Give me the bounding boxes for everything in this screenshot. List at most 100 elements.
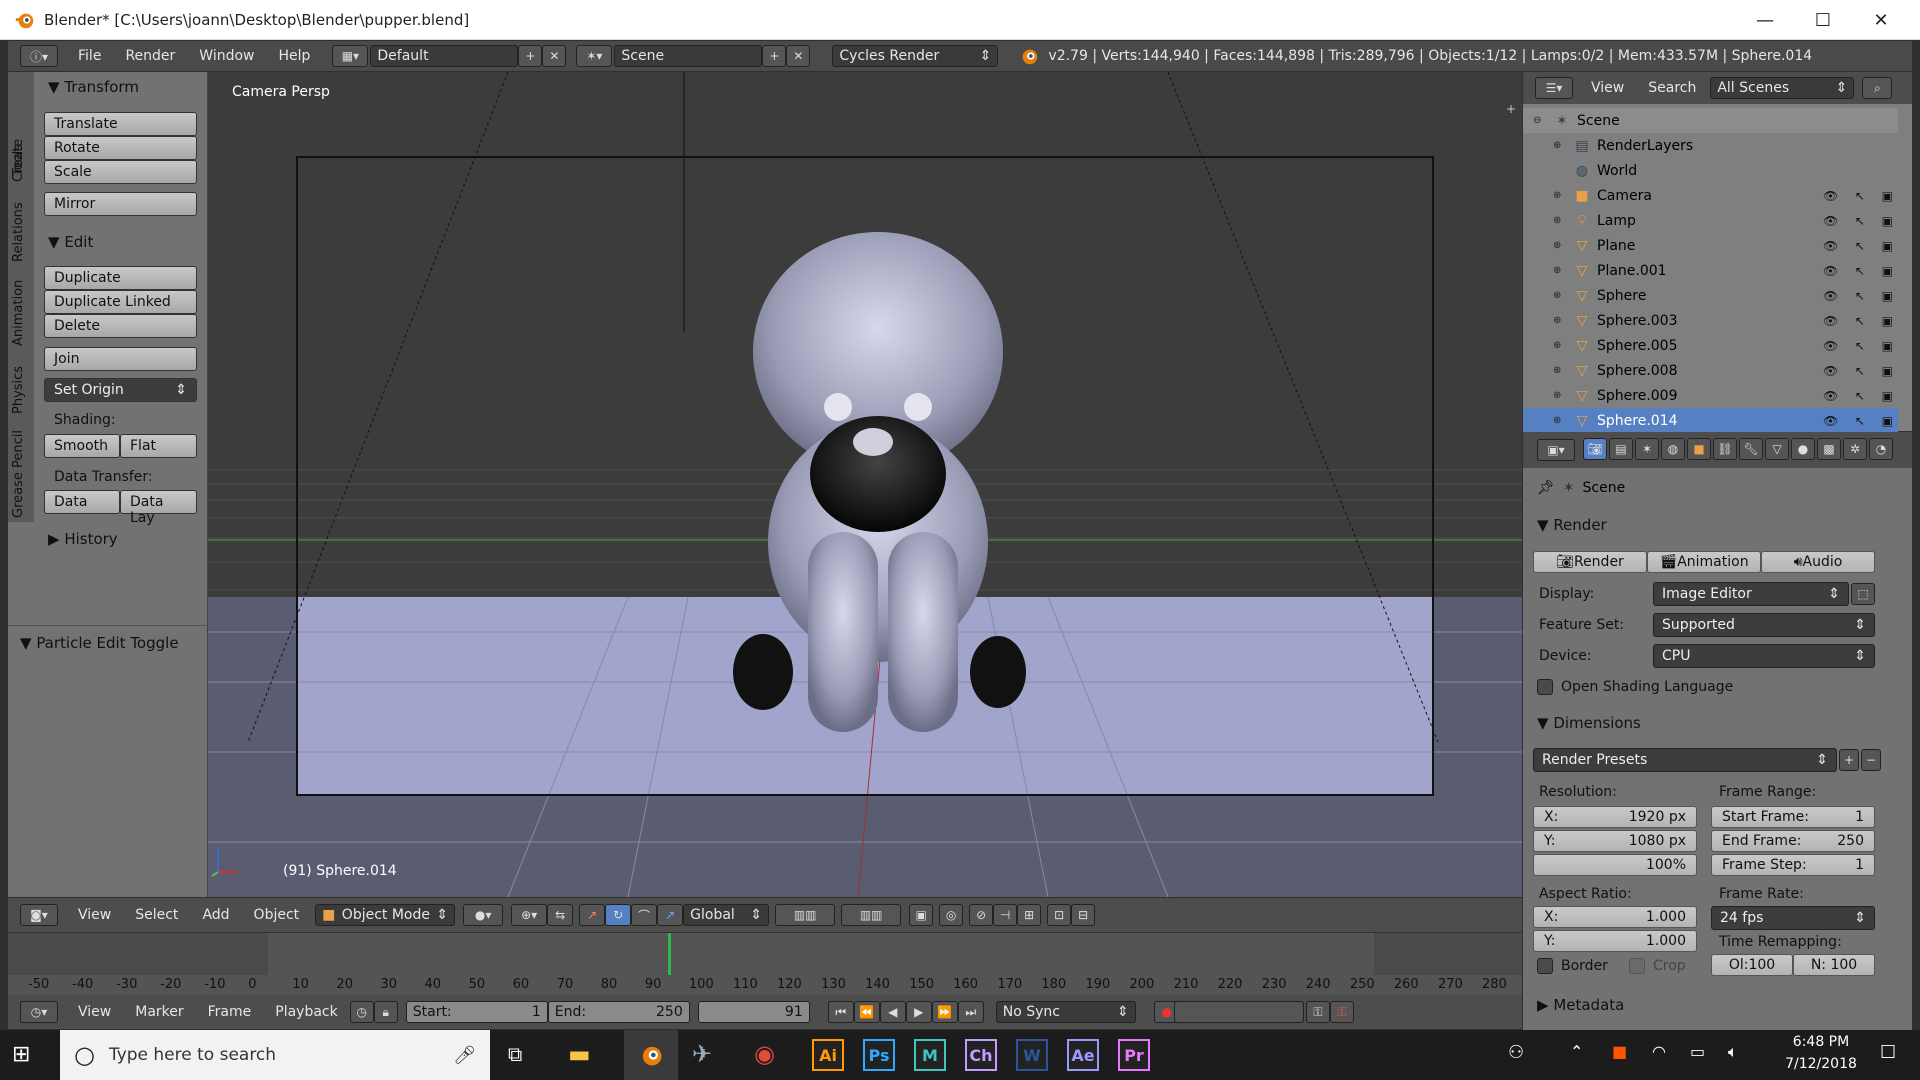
smooth-button[interactable]: Smooth [44,434,120,458]
expand-toggle-icon[interactable]: ⊖ [1533,115,1547,126]
layers-grid-icon[interactable]: ▥▥ [775,904,836,926]
layers-grid-icon[interactable]: ▥▥ [841,904,902,926]
expand-toggle-icon[interactable]: ⊕ [1553,215,1567,226]
snap-target-icon[interactable]: ⊞ [1017,904,1042,926]
flat-button[interactable]: Flat [120,434,197,458]
pin-icon[interactable]: 📌︎ [1537,480,1555,496]
notifications-icon[interactable]: ☐ [1880,1042,1896,1063]
osl-checkbox[interactable] [1537,679,1553,695]
mode-select[interactable]: ■ Object Mode ⇕ [315,904,456,926]
history-panel-header[interactable]: ▶ History [48,530,216,548]
app-icon[interactable]: ✈ [692,1040,712,1068]
taskbar-app-icon[interactable]: W [1016,1039,1048,1071]
object-tab-icon[interactable]: ■ [1687,438,1711,460]
remove-preset-icon[interactable]: − [1861,749,1881,771]
end-frame-field[interactable]: End: 250 [547,1001,690,1023]
visibility-eye-icon[interactable]: 👁︎ [1823,214,1838,228]
expand-toggle-icon[interactable]: ⊕ [1553,140,1567,151]
3d-viewport[interactable]: Camera Persp (91) Sphere.014 + [208,72,1522,897]
frame-rate-select[interactable]: 24 fps ⇕ [1711,906,1875,930]
end-frame-field[interactable]: End Frame: 250 [1711,830,1875,852]
taskbar-app-icon[interactable]: Ps [863,1039,895,1071]
outliner-row[interactable]: ⊕ ▽ Sphere.003 👁︎ ↖ ▣ [1523,308,1898,333]
scene-selector-icon[interactable]: ✶▾ [576,45,613,67]
menu-select[interactable]: Select [123,907,190,923]
transform-icon[interactable]: ↗ [657,904,684,926]
aspect-x-field[interactable]: X: 1.000 [1533,906,1697,928]
rotate-button[interactable]: Rotate [44,136,197,160]
outliner-row[interactable]: ⊕ ▽ Sphere.009 👁︎ ↖ ▣ [1523,383,1898,408]
render-camera-icon[interactable]: ▣ [1882,289,1893,303]
tray-app-icon[interactable]: ■ [1612,1042,1627,1061]
jump-start-icon[interactable]: ⏮ [827,1001,854,1023]
data-lay-button[interactable]: Data Lay [120,490,197,526]
expand-toggle-icon[interactable]: ⊕ [1553,240,1567,251]
outliner-row[interactable]: ⊕ ▽ Sphere 👁︎ ↖ ▣ [1523,283,1898,308]
jump-end-icon[interactable]: ⏭ [957,1001,984,1023]
viewport-shading-icon[interactable]: ●▾ [463,904,504,926]
duplicate-button[interactable]: Duplicate [44,266,197,290]
feature-set-select[interactable]: Supported ⇕ [1653,613,1875,637]
selectability-cursor-icon[interactable]: ↖ [1855,289,1865,303]
visibility-eye-icon[interactable]: 👁︎ [1823,314,1838,328]
visibility-eye-icon[interactable]: 👁︎ [1823,364,1838,378]
display-mode-select[interactable]: All Scenes ⇕ [1710,77,1855,99]
render-tab-icon[interactable]: 📷︎ [1583,438,1607,460]
visibility-eye-icon[interactable]: 👁︎ [1823,339,1838,353]
outliner-row[interactable]: ⊕ ▽ Sphere.014 👁︎ ↖ ▣ [1523,408,1898,433]
menu-add[interactable]: Add [190,907,241,923]
insert-keyframe-icon[interactable]: ⚿ [1306,1001,1330,1023]
tab-create[interactable]: Create [11,139,26,182]
selectability-cursor-icon[interactable]: ↖ [1855,264,1865,278]
animation-button[interactable]: 🎬︎ Animation [1647,551,1761,573]
outliner-row[interactable]: ⊕ 💡︎ Lamp 👁︎ ↖ ▣ [1523,208,1898,233]
remap-new-field[interactable]: N: 100 [1793,954,1875,976]
expand-toggle-icon[interactable]: ⊕ [1553,365,1567,376]
render-presets-select[interactable]: Render Presets ⇕ [1533,748,1837,772]
menu-render[interactable]: Render [113,48,187,64]
remap-old-field[interactable]: Ol:100 [1711,954,1793,976]
expand-toggle-icon[interactable]: ⊕ [1553,290,1567,301]
remove-layout-icon[interactable]: ✕ [542,45,567,67]
tab-physics[interactable]: Physics [11,366,26,414]
visibility-eye-icon[interactable]: 👁︎ [1823,289,1838,303]
outliner-row[interactable]: ◍ World [1523,158,1898,183]
duplicate-linked-button[interactable]: Duplicate Linked [44,290,197,314]
manipulator-icon[interactable]: ⇆ [547,904,574,926]
menu-marker[interactable]: Marker [123,1004,195,1020]
renderlayers-tab-icon[interactable]: ▤ [1609,438,1633,460]
snap-icon[interactable]: ⊘ [969,904,994,926]
join-button[interactable]: Join [44,347,197,371]
layer-lock-icon[interactable]: ▣ [909,904,934,926]
data-tab-icon[interactable]: ▽ [1765,438,1789,460]
menu-playback[interactable]: Playback [263,1004,349,1020]
proportional-edit-icon[interactable]: ◎ [939,904,964,926]
search-icon[interactable]: ⌕ [1862,77,1893,99]
pivot-point-icon[interactable]: ⊕▾ [511,904,548,926]
file-explorer-icon[interactable]: ▬ [568,1040,591,1068]
selectability-cursor-icon[interactable]: ↖ [1855,239,1865,253]
selectability-cursor-icon[interactable]: ↖ [1855,414,1865,428]
outliner-row[interactable]: ⊕ ▽ Plane 👁︎ ↖ ▣ [1523,233,1898,258]
taskbar-app-icon[interactable]: Pr [1118,1039,1150,1071]
taskbar-app-icon[interactable]: M [914,1039,946,1071]
resolution-y-field[interactable]: Y: 1080 px [1533,830,1697,852]
render-preview-icon[interactable]: ⊡ [1047,904,1072,926]
remove-scene-icon[interactable]: ✕ [786,45,811,67]
windows-start-icon[interactable]: ⊞ [12,1042,30,1067]
device-select[interactable]: CPU ⇕ [1653,644,1875,668]
selectability-cursor-icon[interactable]: ↖ [1855,339,1865,353]
clock-time[interactable]: 6:48 PM [1776,1034,1866,1050]
particle-edit-toggle[interactable]: ▼ Particle Edit Toggle [20,634,200,652]
selectability-cursor-icon[interactable]: ↖ [1855,364,1865,378]
add-scene-icon[interactable]: + [762,45,787,67]
render-camera-icon[interactable]: ▣ [1882,214,1893,228]
scene-tab-icon[interactable]: ✶ [1635,438,1659,460]
info-editor-type-icon[interactable]: ⓘ▾ [20,45,58,67]
render-camera-icon[interactable]: ▣ [1882,364,1893,378]
resolution-x-field[interactable]: X: 1920 px [1533,806,1697,828]
expand-toggle-icon[interactable]: ⊕ [1553,190,1567,201]
scale-button[interactable]: Scale [44,160,197,184]
minimize-button[interactable]: — [1736,0,1794,40]
physics-tab-icon[interactable]: ◔ [1869,438,1893,460]
